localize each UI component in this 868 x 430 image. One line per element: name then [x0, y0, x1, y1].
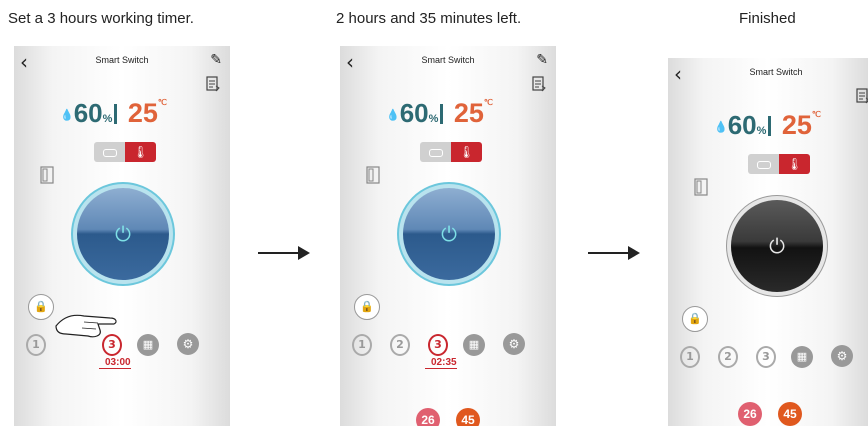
- cooling-mode-button[interactable]: [420, 142, 451, 162]
- timer-1-button[interactable]: 1: [678, 344, 702, 368]
- gear-icon[interactable]: ⚙: [502, 332, 526, 356]
- hand-pointer-icon: [55, 314, 117, 338]
- timer-3-button[interactable]: 3: [754, 344, 778, 368]
- mode-selector[interactable]: 🌡: [94, 142, 156, 162]
- phone-screen-finished: ‹ Smart Switch 💧60% 25℃ 🌡 ⏻ 🔒 1 2 3 ▦ ⚙ …: [668, 58, 868, 426]
- heating-mode-button[interactable]: 🌡: [125, 142, 156, 162]
- power-icon: ⏻: [115, 222, 131, 246]
- gear-icon[interactable]: ⚙: [176, 332, 200, 356]
- power-button[interactable]: ⏻: [403, 188, 495, 280]
- page-title: Smart Switch: [95, 55, 149, 65]
- arrow-right-icon: [588, 246, 640, 260]
- lock-icon[interactable]: 🔒: [354, 294, 380, 320]
- calendar-icon[interactable]: ▦: [790, 344, 814, 368]
- timer-bar: 1 2 3 ▦ ⚙: [350, 332, 546, 358]
- power-icon: ⏻: [441, 222, 457, 246]
- sensor-readings: 💧60% 25℃: [714, 110, 821, 144]
- sensor-readings: 💧60% 25℃: [386, 98, 493, 132]
- heating-mode-button[interactable]: 🌡: [779, 154, 810, 174]
- power-button[interactable]: ⏻: [77, 188, 169, 280]
- cooling-mode-button[interactable]: [94, 142, 125, 162]
- timer-3-button[interactable]: 3: [426, 332, 450, 356]
- humidity-reading: 💧60%: [386, 98, 444, 128]
- temperature-reading: 25℃: [781, 110, 821, 140]
- phone-screen-setting: ‹ Smart Switch ✎ 💧60% 25℃ 🌡 ⏻ 🔒 1 2 3 ▦ …: [14, 46, 230, 426]
- calendar-icon[interactable]: ▦: [462, 332, 486, 356]
- phone-screen-running: ‹ Smart Switch ✎ 💧60% 25℃ 🌡 ⏻ 🔒 1 2 3 ▦ …: [340, 46, 556, 426]
- mode-selector[interactable]: 🌡: [420, 142, 482, 162]
- timer-2-button[interactable]: 2: [716, 344, 740, 368]
- sensor-readings: 💧60% 25℃: [60, 98, 167, 132]
- step-1-caption: Set a 3 hours working timer.: [8, 10, 194, 27]
- door-icon: [366, 166, 380, 184]
- lock-icon[interactable]: 🔒: [28, 294, 54, 320]
- countdown-display: 02:35: [425, 357, 457, 369]
- lock-icon[interactable]: 🔒: [682, 306, 708, 332]
- cooling-mode-button[interactable]: [748, 154, 779, 174]
- timer-1-button[interactable]: 1: [24, 332, 48, 356]
- power-icon: ⏻: [769, 234, 785, 258]
- door-icon: [40, 166, 54, 184]
- arrow-right-icon: [258, 246, 310, 260]
- page-title: Smart Switch: [421, 55, 475, 65]
- mode-selector[interactable]: 🌡: [748, 154, 810, 174]
- countdown-display: 03:00: [99, 357, 131, 369]
- schedule-note-icon[interactable]: [856, 88, 868, 104]
- pencil-icon[interactable]: ✎: [536, 52, 548, 68]
- timer-bar: 1 2 3 ▦ ⚙: [678, 344, 868, 370]
- temperature-reading: 25℃: [127, 98, 167, 128]
- step-2-caption: 2 hours and 35 minutes left.: [336, 10, 522, 27]
- humidity-reading: 💧60%: [714, 110, 772, 140]
- gear-icon[interactable]: ⚙: [830, 344, 854, 368]
- step-3-caption: Finished: [739, 10, 796, 27]
- humidity-reading: 💧60%: [60, 98, 118, 128]
- temperature-badge[interactable]: 26: [738, 402, 762, 426]
- pencil-icon[interactable]: ✎: [210, 52, 222, 68]
- temperature-reading: 25℃: [453, 98, 493, 128]
- humidity-badge[interactable]: 45: [456, 408, 480, 426]
- schedule-note-icon[interactable]: [206, 76, 220, 92]
- power-button[interactable]: ⏻: [731, 200, 823, 292]
- temperature-badge[interactable]: 26: [416, 408, 440, 426]
- humidity-badge[interactable]: 45: [778, 402, 802, 426]
- calendar-icon[interactable]: ▦: [136, 332, 160, 356]
- timer-2-button[interactable]: 2: [388, 332, 412, 356]
- schedule-note-icon[interactable]: [532, 76, 546, 92]
- timer-1-button[interactable]: 1: [350, 332, 374, 356]
- heating-mode-button[interactable]: 🌡: [451, 142, 482, 162]
- page-title: Smart Switch: [749, 67, 803, 77]
- door-icon: [694, 178, 708, 196]
